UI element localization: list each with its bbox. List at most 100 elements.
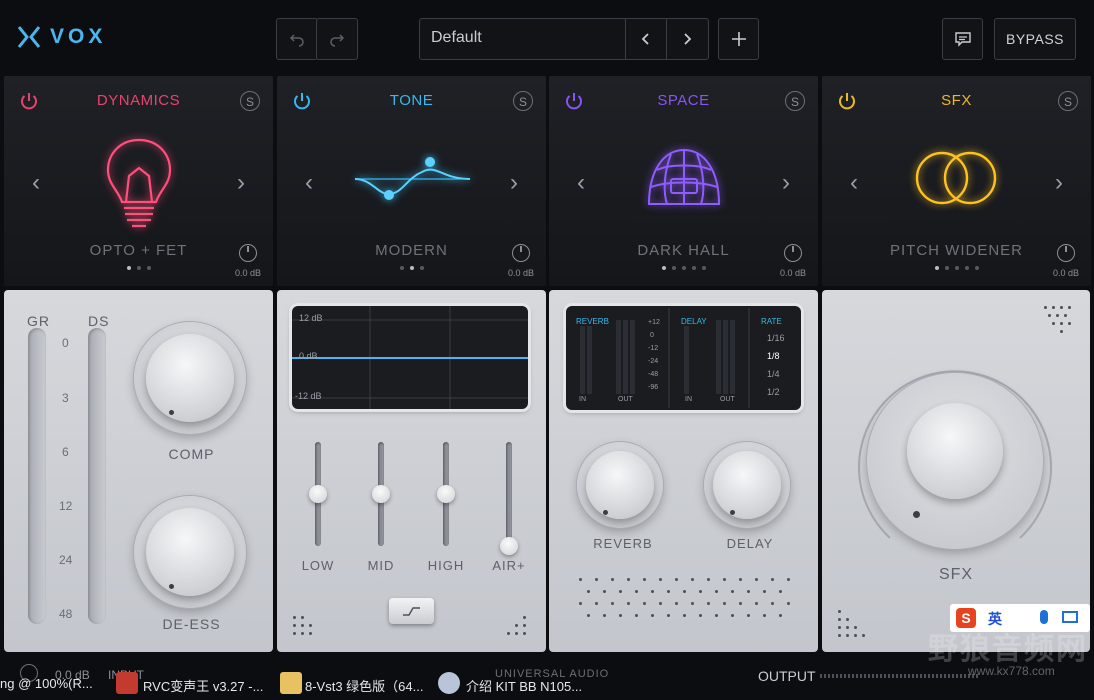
top-bar: VOX Default BYPASS — [0, 0, 1094, 76]
solo-button[interactable]: S — [240, 91, 260, 111]
reverb-knob[interactable] — [577, 442, 663, 528]
dome-icon — [647, 148, 721, 205]
reverb-knob-label: REVERB — [593, 536, 653, 551]
watermark-url: www.kx778.com — [968, 664, 1055, 678]
grille-dot — [1064, 314, 1067, 317]
page-dots — [549, 266, 818, 270]
grille-dot — [1048, 314, 1051, 317]
output-gain-knob[interactable] — [784, 244, 802, 262]
de-ess-knob[interactable] — [134, 496, 246, 608]
module-title: SPACE — [657, 92, 710, 109]
double-circle-icon — [915, 151, 997, 205]
meter-scale-label: 12 — [59, 499, 73, 513]
knob-indicator — [169, 410, 174, 415]
add-preset-button[interactable] — [718, 18, 759, 60]
grille-dot — [579, 578, 582, 581]
preset-selector[interactable]: Default — [419, 18, 709, 60]
grille-dot — [301, 616, 304, 619]
slider-thumb[interactable] — [309, 485, 327, 503]
next-preset-arrow[interactable]: › — [782, 169, 790, 197]
slider-air-plus-track[interactable] — [506, 442, 512, 546]
slider-thumb[interactable] — [500, 537, 518, 555]
grille-dot — [691, 578, 694, 581]
feedback-button[interactable] — [942, 18, 983, 60]
eq-top-label: 12 dB — [299, 313, 323, 323]
comp-knob[interactable] — [134, 322, 246, 434]
grille-dot — [659, 578, 662, 581]
rate-option[interactable]: 1/4 — [767, 369, 780, 379]
tone-panel: 12 dB 0 dB -12 dB LOW MID HIGH AIR+ — [277, 290, 546, 652]
knob-indicator — [169, 584, 174, 589]
taskbar-item[interactable]: ng @ 100%(R... — [0, 676, 93, 691]
rate-option[interactable]: 1/16 — [767, 333, 785, 343]
keyboard-icon[interactable] — [1062, 611, 1078, 623]
grille-dot — [846, 618, 849, 621]
grille-dot — [1068, 306, 1071, 309]
redo-button[interactable] — [316, 18, 358, 60]
undo-button[interactable] — [276, 18, 318, 60]
grille-dot — [667, 614, 670, 617]
taskbar-item[interactable]: 介绍 KIT BB N105... — [466, 676, 582, 695]
bypass-button[interactable]: BYPASS — [994, 18, 1076, 60]
output-gain-knob[interactable] — [512, 244, 530, 262]
grille-dot — [675, 578, 678, 581]
grille-dot — [659, 602, 662, 605]
eq-graph — [292, 306, 528, 409]
grille-dot — [699, 590, 702, 593]
grille-dot — [515, 624, 518, 627]
module-card-tone[interactable]: TONE S ‹ › MODERN 0.0 dB — [277, 76, 546, 286]
next-preset-arrow[interactable]: › — [237, 169, 245, 197]
preset-next-button[interactable] — [667, 19, 707, 59]
module-title: TONE — [389, 92, 434, 109]
prev-preset-arrow[interactable]: ‹ — [850, 169, 858, 197]
module-card-dynamics[interactable]: DYNAMICS S ‹ › OPTO + FET 0.0 dB — [4, 76, 273, 286]
grille-dot — [707, 578, 710, 581]
gr-meter — [28, 328, 46, 624]
grille-dot — [651, 590, 654, 593]
grille-dot — [1052, 306, 1055, 309]
slider-label: LOW — [301, 558, 335, 573]
prev-preset-arrow[interactable]: ‹ — [32, 169, 40, 197]
grille-dot — [731, 614, 734, 617]
sfx-knob[interactable] — [867, 373, 1043, 549]
prev-preset-arrow[interactable]: ‹ — [577, 169, 585, 197]
slider-thumb[interactable] — [372, 485, 390, 503]
delay-knob[interactable] — [704, 442, 790, 528]
taskbar-item[interactable]: RVC变声王 v3.27 -... — [143, 676, 263, 695]
chevron-right-icon — [684, 33, 692, 45]
grille-dot — [854, 634, 857, 637]
grille-dot — [763, 590, 766, 593]
grille-dot — [755, 578, 758, 581]
slider-label: AIR+ — [492, 558, 526, 573]
grille-dot — [1056, 314, 1059, 317]
solo-button[interactable]: S — [513, 91, 533, 111]
grille-dot — [587, 614, 590, 617]
rate-option[interactable]: 1/8 — [767, 351, 780, 361]
grille-dot — [579, 602, 582, 605]
eq-mode-button[interactable] — [389, 598, 434, 624]
solo-button[interactable]: S — [1058, 91, 1078, 111]
ds-label: DS — [88, 313, 110, 329]
preset-prev-button[interactable] — [626, 19, 666, 59]
prev-preset-arrow[interactable]: ‹ — [305, 169, 313, 197]
module-card-sfx[interactable]: SFX S ‹ › PITCH WIDENER 0.0 dB — [822, 76, 1091, 286]
module-card-space[interactable]: SPACE S ‹ › DARK HALL 0.0 dB — [549, 76, 818, 286]
space-panel: REVERB DELAY RATE +12 0 -12 -24 -48 -96 … — [549, 290, 818, 652]
mic-icon[interactable] — [1040, 610, 1048, 624]
grille-dot — [747, 590, 750, 593]
rate-option[interactable]: 1/2 — [767, 387, 780, 397]
solo-button[interactable]: S — [785, 91, 805, 111]
grille-dot — [293, 632, 296, 635]
next-preset-arrow[interactable]: › — [1055, 169, 1063, 197]
grille-dot — [309, 632, 312, 635]
grille-dot — [683, 590, 686, 593]
next-preset-arrow[interactable]: › — [510, 169, 518, 197]
module-preset: DARK HALL — [637, 242, 730, 259]
eq-curve-icon — [354, 157, 471, 200]
output-gain-knob[interactable] — [239, 244, 257, 262]
output-gain-knob[interactable] — [1057, 244, 1075, 262]
slider-thumb[interactable] — [437, 485, 455, 503]
taskbar-item[interactable]: 8-Vst3 绿色版（64... — [305, 676, 423, 695]
grille-dot — [771, 602, 774, 605]
gr-label: GR — [27, 313, 50, 329]
